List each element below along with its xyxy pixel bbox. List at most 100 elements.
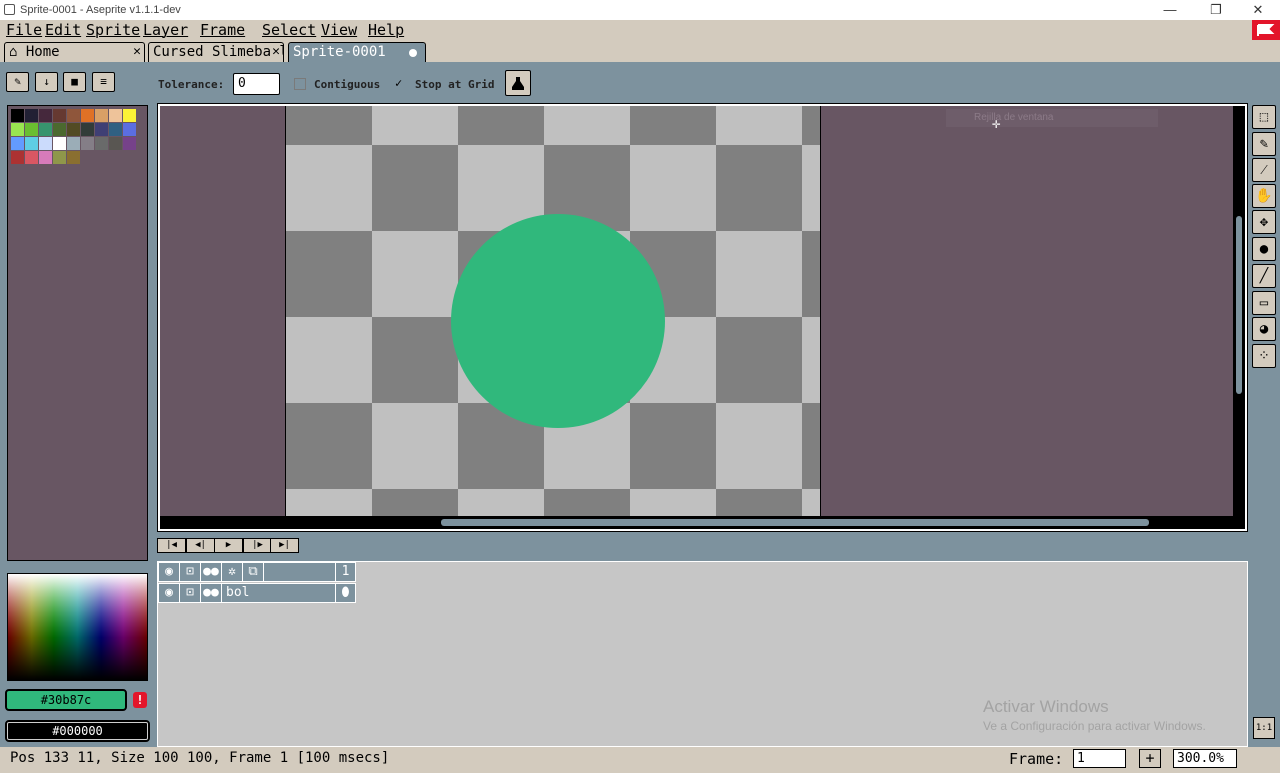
palette-swatch[interactable] <box>53 137 66 150</box>
menu-frame[interactable]: Frame <box>200 21 245 39</box>
palette-swatch[interactable] <box>25 109 38 122</box>
palette-swatch[interactable] <box>95 137 108 150</box>
horizontal-scroll-thumb[interactable] <box>441 519 1149 526</box>
hand-tool-button[interactable]: ✋ <box>1252 184 1276 208</box>
tab-cursed-slimeball[interactable]: Cursed Slimeball ✕ <box>148 42 284 62</box>
layers-icon[interactable]: ⧉ <box>242 562 264 582</box>
frame-header-1[interactable]: 1 <box>335 562 356 582</box>
background-color-button[interactable]: #000000 <box>5 720 150 742</box>
close-tab-icon[interactable]: ✕ <box>133 43 141 61</box>
ink-type-button[interactable] <box>505 70 531 96</box>
line-tool-button[interactable]: ╱ <box>1252 264 1276 288</box>
contour-tool-button[interactable]: ◕ <box>1252 317 1276 341</box>
palette-swatch[interactable] <box>39 109 52 122</box>
foreground-color-button[interactable]: #30b87c <box>5 689 127 711</box>
menu-view[interactable]: View <box>321 21 357 39</box>
close-window-button[interactable]: ✕ <box>1238 1 1278 19</box>
palette-swatch[interactable] <box>67 123 80 136</box>
palette-swatch[interactable] <box>11 151 24 164</box>
previous-frame-button[interactable]: ◀| <box>186 538 215 553</box>
first-frame-button[interactable]: |◀ <box>157 538 186 553</box>
contiguous-checkbox[interactable] <box>294 78 306 90</box>
palette-swatch[interactable] <box>25 123 38 136</box>
selection-replace-button[interactable]: ✎ <box>6 72 29 92</box>
layer-name[interactable]: bol <box>221 583 336 603</box>
fill-tool-button[interactable]: ● <box>1252 237 1276 261</box>
palette-swatch[interactable] <box>25 151 38 164</box>
palette-swatch[interactable] <box>39 151 52 164</box>
palette-swatch[interactable] <box>53 109 66 122</box>
tab-home[interactable]: ⌂ Home ✕ <box>4 42 145 62</box>
palette-swatch[interactable] <box>11 109 24 122</box>
eyedropper-tool-button[interactable]: ⁄ <box>1252 158 1276 182</box>
lock-icon[interactable]: ⊡ <box>179 562 201 582</box>
sprite-editor[interactable]: Rejilla de ventana ✛ <box>157 103 1248 532</box>
palette-swatch[interactable] <box>67 109 80 122</box>
palette-swatch[interactable] <box>123 137 136 150</box>
blur-tool-button[interactable]: ⁘ <box>1252 344 1276 368</box>
stop-at-grid-label: Stop at Grid <box>415 78 495 91</box>
onion-skin-icon[interactable]: ●● <box>200 562 222 582</box>
palette-swatch[interactable] <box>123 123 136 136</box>
play-button[interactable]: ▶ <box>214 538 243 553</box>
palette-swatch[interactable] <box>67 151 80 164</box>
move-tool-button[interactable]: ✥ <box>1252 210 1276 234</box>
zoom-input[interactable]: 300.0% <box>1173 749 1237 768</box>
last-frame-button[interactable]: ▶| <box>270 538 299 553</box>
sprite-canvas[interactable] <box>285 106 821 516</box>
flag-icon[interactable] <box>1252 20 1280 40</box>
close-tab-icon[interactable]: ✕ <box>271 43 280 61</box>
palette-swatch[interactable] <box>81 123 94 136</box>
menu-layer[interactable]: Layer <box>143 21 188 39</box>
visibility-eye-icon[interactable]: ◉ <box>158 562 180 582</box>
layer-visibility-eye-icon[interactable]: ◉ <box>158 583 180 603</box>
cel-frame-1[interactable]: ⬮ <box>335 583 356 603</box>
palette-swatch[interactable] <box>39 137 52 150</box>
menu-sprite[interactable]: Sprite <box>86 21 140 39</box>
settings-gear-icon[interactable]: ✲ <box>221 562 243 582</box>
palette-swatch[interactable] <box>53 123 66 136</box>
tab-label: Sprite-0001 <box>293 44 386 60</box>
palette-swatch[interactable] <box>25 137 38 150</box>
stop-at-grid-checkbox[interactable]: ✓ <box>395 77 407 89</box>
vertical-scroll-thumb[interactable] <box>1236 216 1242 394</box>
menu-file[interactable]: File <box>6 21 42 39</box>
palette-swatch[interactable] <box>81 109 94 122</box>
palette-swatch[interactable] <box>67 137 80 150</box>
next-frame-button[interactable]: |▶ <box>243 538 272 553</box>
palette-swatch[interactable] <box>81 137 94 150</box>
palette-swatch[interactable] <box>109 109 122 122</box>
palette-swatch[interactable] <box>11 137 24 150</box>
palette-swatch[interactable] <box>95 109 108 122</box>
palette-swatch[interactable] <box>53 151 66 164</box>
palette-swatch[interactable] <box>39 123 52 136</box>
palette-swatch[interactable] <box>123 109 136 122</box>
selection-subtract-button[interactable]: ■ <box>63 72 86 92</box>
palette-swatch[interactable] <box>11 123 24 136</box>
menu-help[interactable]: Help <box>368 21 404 39</box>
checker-tile <box>630 106 716 145</box>
menu-select[interactable]: Select <box>262 21 316 39</box>
selection-options-button[interactable]: ≡ <box>92 72 115 92</box>
rectangle-tool-button[interactable]: ▭ <box>1252 291 1276 315</box>
frame-input[interactable]: 1 <box>1073 749 1126 768</box>
layer-continuous-icon[interactable]: ●● <box>200 583 222 603</box>
palette-swatch[interactable] <box>109 137 122 150</box>
first-frame-icon: |◀ <box>166 540 177 550</box>
warning-icon[interactable]: ! <box>133 692 147 708</box>
layer-lock-icon[interactable]: ⊡ <box>179 583 201 603</box>
restore-button[interactable]: ❐ <box>1196 1 1236 19</box>
add-frame-button[interactable]: + <box>1139 749 1161 768</box>
selection-add-button[interactable]: ↓ <box>35 72 58 92</box>
tolerance-input[interactable]: 0 <box>233 73 280 95</box>
minimize-button[interactable]: — <box>1150 1 1190 19</box>
frame-label: Frame: <box>1009 750 1064 768</box>
marquee-tool-button[interactable]: ⬚ <box>1252 105 1276 129</box>
color-spectrum[interactable] <box>7 573 148 681</box>
tab-sprite-0001[interactable]: Sprite-0001 <box>288 42 426 62</box>
zoom-1-1-button[interactable]: 1:1 <box>1253 717 1275 739</box>
palette-swatch[interactable] <box>95 123 108 136</box>
menu-edit[interactable]: Edit <box>45 21 81 39</box>
palette-swatch[interactable] <box>109 123 122 136</box>
pencil-tool-button[interactable]: ✎ <box>1252 132 1276 156</box>
